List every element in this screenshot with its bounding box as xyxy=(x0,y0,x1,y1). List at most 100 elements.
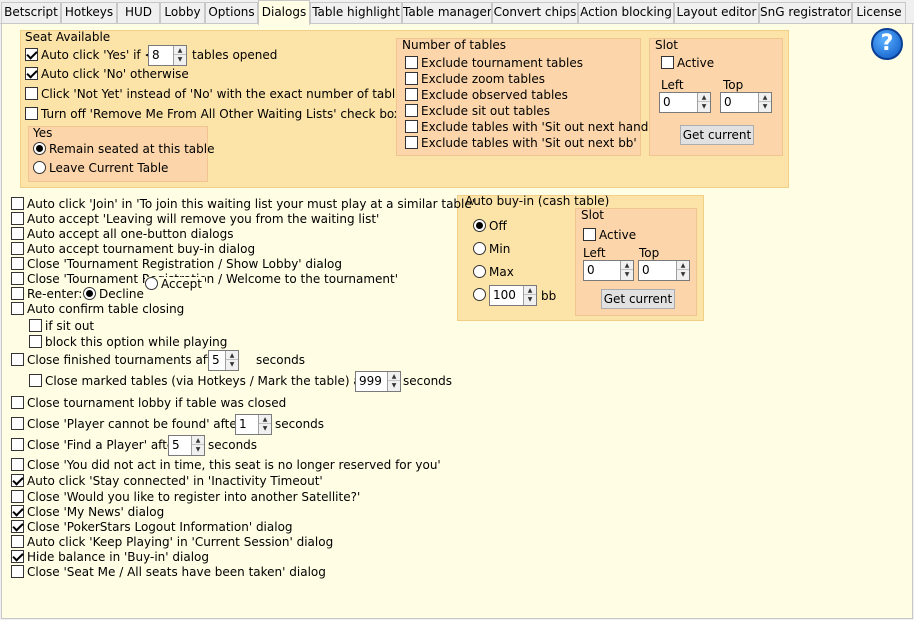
spin-up-icon[interactable]: ▲ xyxy=(388,372,400,381)
spin-up-icon[interactable]: ▲ xyxy=(621,261,633,270)
spin-up-icon[interactable]: ▲ xyxy=(698,93,710,102)
option-keep-playing[interactable]: Auto click 'Keep Playing' in 'Current Se… xyxy=(11,535,333,551)
option-leaving[interactable]: Auto accept 'Leaving will remove you fro… xyxy=(11,212,379,228)
leave-table-option[interactable]: Leave Current Table xyxy=(33,161,168,177)
tab-dialogs[interactable]: Dialogs xyxy=(258,0,310,25)
exclude-checkbox[interactable] xyxy=(405,104,418,117)
exclude-option[interactable]: Exclude zoom tables xyxy=(405,72,545,88)
buyin-max-radio[interactable] xyxy=(473,265,486,278)
slot-active-option[interactable]: Active xyxy=(661,56,714,72)
option-checkbox[interactable] xyxy=(11,272,24,285)
slot-left-stepper[interactable]: 0 ▲ ▼ xyxy=(659,92,711,113)
option-join[interactable]: Auto click 'Join' in 'To join this waiti… xyxy=(11,197,475,213)
auto-yes-stepper[interactable]: 8 ▲ ▼ xyxy=(148,45,187,66)
buyin-slot-active-checkbox[interactable] xyxy=(583,228,596,241)
exclude-checkbox[interactable] xyxy=(405,72,418,85)
tab-table-highlight[interactable]: Table highlight xyxy=(310,2,402,23)
slot-get-current-button[interactable]: Get current xyxy=(680,125,754,145)
option-my-news[interactable]: Close 'My News' dialog xyxy=(11,505,164,521)
leave-table-radio[interactable] xyxy=(33,161,46,174)
buyin-off-option[interactable]: Off xyxy=(473,219,507,235)
tab-sng-registrator[interactable]: SnG registrator xyxy=(759,2,852,23)
player-not-found-stepper[interactable]: 1 ▲ ▼ xyxy=(235,414,272,435)
reenter-decline-option[interactable]: Decline xyxy=(83,287,146,303)
exclude-checkbox[interactable] xyxy=(405,56,418,69)
option-close-lobby[interactable]: Close tournament lobby if table was clos… xyxy=(11,396,286,412)
tab-layout-editor[interactable]: Layout editor xyxy=(674,2,759,23)
spin-down-icon[interactable]: ▼ xyxy=(192,445,204,454)
option-checkbox[interactable] xyxy=(29,374,42,387)
tab-options[interactable]: Options xyxy=(205,2,258,23)
spin-up-icon[interactable]: ▲ xyxy=(259,415,271,424)
remain-seated-option[interactable]: Remain seated at this table xyxy=(33,142,214,158)
buyin-min-option[interactable]: Min xyxy=(473,242,510,258)
exclude-checkbox[interactable] xyxy=(405,136,418,149)
option-checkbox[interactable] xyxy=(11,520,24,533)
spin-up-icon[interactable]: ▲ xyxy=(524,286,536,295)
option-seat-me[interactable]: Close 'Seat Me / All seats have been tak… xyxy=(11,565,326,581)
auto-no-checkbox[interactable] xyxy=(25,67,38,80)
spin-up-icon[interactable]: ▲ xyxy=(677,261,689,270)
option-checkbox[interactable] xyxy=(11,474,24,487)
auto-yes-option[interactable]: Auto click 'Yes' if < xyxy=(25,48,155,64)
option-player-not-found[interactable]: Close 'Player cannot be found' after xyxy=(11,417,242,433)
spin-down-icon[interactable]: ▼ xyxy=(174,55,186,64)
option-checkbox[interactable] xyxy=(11,458,24,471)
spin-down-icon[interactable]: ▼ xyxy=(621,270,633,279)
option-reenter[interactable]: Re-enter: xyxy=(11,287,82,303)
spin-down-icon[interactable]: ▼ xyxy=(677,270,689,279)
tab-hud[interactable]: HUD xyxy=(117,2,160,23)
reenter-decline-radio[interactable] xyxy=(83,287,96,300)
option-checkbox[interactable] xyxy=(11,535,24,548)
exclude-option[interactable]: Exclude sit out tables xyxy=(405,104,550,120)
tab-betscript[interactable]: Betscript xyxy=(1,2,61,23)
option-checkbox[interactable] xyxy=(11,302,24,315)
option-hide-balance[interactable]: Hide balance in 'Buy-in' dialog xyxy=(11,550,209,566)
tab-convert-chips[interactable]: Convert chips xyxy=(492,2,578,23)
turn-off-option[interactable]: Turn off 'Remove Me From All Other Waiti… xyxy=(25,107,401,123)
option-checkbox[interactable] xyxy=(29,319,42,332)
not-yet-option[interactable]: Click 'Not Yet' instead of 'No' with the… xyxy=(25,87,409,103)
spin-down-icon[interactable]: ▼ xyxy=(698,102,710,111)
option-one-button[interactable]: Auto accept all one-button dialogs xyxy=(11,227,233,243)
remain-seated-radio[interactable] xyxy=(33,142,46,155)
option-checkbox[interactable] xyxy=(11,257,24,270)
spin-up-icon[interactable]: ▲ xyxy=(192,436,204,445)
turn-off-checkbox[interactable] xyxy=(25,107,38,120)
buyin-min-radio[interactable] xyxy=(473,242,486,255)
buyin-off-radio[interactable] xyxy=(473,219,486,232)
reenter-accept-option[interactable]: Accept xyxy=(145,277,205,293)
buyin-slot-get-current-button[interactable]: Get current xyxy=(601,289,675,309)
spin-down-icon[interactable]: ▼ xyxy=(259,424,271,433)
exclude-option[interactable]: Exclude observed tables xyxy=(405,88,568,104)
option-block[interactable]: block this option while playing xyxy=(29,335,227,351)
option-checkbox[interactable] xyxy=(11,212,24,225)
option-tourney-buyin[interactable]: Auto accept tournament buy-in dialog xyxy=(11,242,255,258)
option-checkbox[interactable] xyxy=(11,565,24,578)
close-finished-stepper[interactable]: 5 ▲ ▼ xyxy=(208,350,239,371)
buyin-slot-left-stepper[interactable]: 0 ▲ ▼ xyxy=(583,260,634,281)
option-close-marked[interactable]: Close marked tables (via Hotkeys / Mark … xyxy=(29,374,382,390)
tab-table-manager[interactable]: Table manager xyxy=(402,2,492,23)
not-yet-checkbox[interactable] xyxy=(25,87,38,100)
buyin-max-option[interactable]: Max xyxy=(473,265,514,281)
option-checkbox[interactable] xyxy=(11,490,24,503)
option-checkbox[interactable] xyxy=(11,550,24,563)
buyin-slot-top-stepper[interactable]: 0 ▲ ▼ xyxy=(638,260,690,281)
option-logout[interactable]: Close 'PokerStars Logout Information' di… xyxy=(11,520,293,536)
tab-action-blocking[interactable]: Action blocking xyxy=(578,2,674,23)
option-checkbox[interactable] xyxy=(11,197,24,210)
auto-yes-checkbox[interactable] xyxy=(25,48,38,61)
tab-lobby[interactable]: Lobby xyxy=(160,2,205,23)
option-close-finished[interactable]: Close finished tournaments after xyxy=(11,353,224,369)
option-checkbox[interactable] xyxy=(11,242,24,255)
exclude-option[interactable]: Exclude tournament tables xyxy=(405,56,583,72)
option-checkbox[interactable] xyxy=(11,227,24,240)
tab-hotkeys[interactable]: Hotkeys xyxy=(61,2,117,23)
option-find-player[interactable]: Close 'Find a Player' after xyxy=(11,438,179,454)
buyin-amount-radio[interactable] xyxy=(473,288,486,301)
option-checkbox[interactable] xyxy=(11,505,24,518)
reenter-accept-radio[interactable] xyxy=(145,277,158,290)
auto-no-option[interactable]: Auto click 'No' otherwise xyxy=(25,67,189,83)
spin-up-icon[interactable]: ▲ xyxy=(759,93,771,102)
